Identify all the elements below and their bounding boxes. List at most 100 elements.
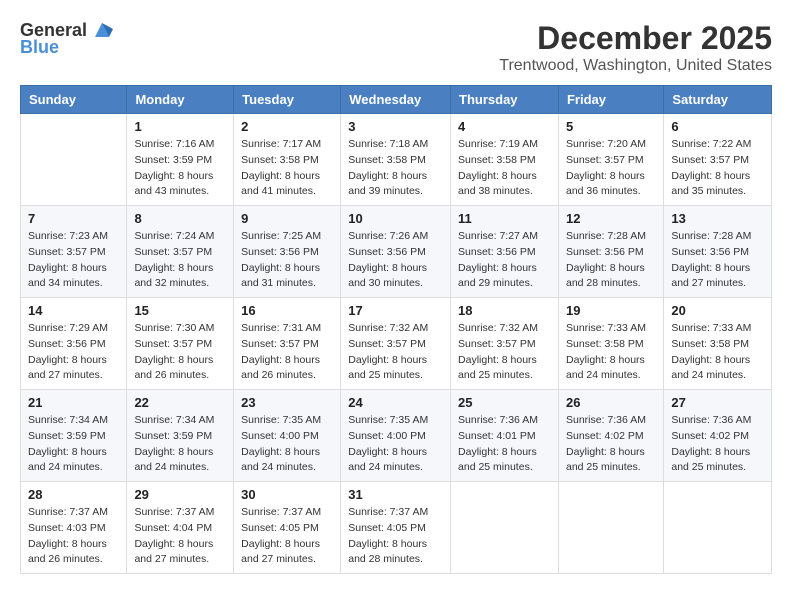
- day-number: 14: [28, 303, 119, 318]
- day-number: 4: [458, 119, 551, 134]
- day-info: Sunrise: 7:17 AMSunset: 3:58 PMDaylight:…: [241, 137, 333, 200]
- calendar-cell: 29 Sunrise: 7:37 AMSunset: 4:04 PMDayligh…: [127, 482, 234, 574]
- calendar-cell: 19 Sunrise: 7:33 AMSunset: 3:58 PMDayligh…: [558, 298, 663, 390]
- day-number: 3: [348, 119, 443, 134]
- calendar-cell: 6Sunrise: 7:22 AMSunset: 3:57 PMDaylight…: [664, 114, 772, 206]
- calendar-cell: 28 Sunrise: 7:37 AMSunset: 4:03 PMDayligh…: [21, 482, 127, 574]
- week-row-4: 21 Sunrise: 7:34 AMSunset: 3:59 PMDayligh…: [21, 390, 772, 482]
- location-title: Trentwood, Washington, United States: [499, 57, 772, 75]
- day-number: 31: [348, 487, 443, 502]
- header-saturday: Saturday: [664, 86, 772, 114]
- day-info: Sunrise: 7:31 AMSunset: 3:57 PMDaylight:…: [241, 321, 333, 384]
- header: General Blue December 2025 Trentwood, Wa…: [20, 20, 772, 75]
- day-number: 8: [134, 211, 226, 226]
- day-info: Sunrise: 7:19 AMSunset: 3:58 PMDaylight:…: [458, 137, 551, 200]
- day-number: 19: [566, 303, 656, 318]
- header-monday: Monday: [127, 86, 234, 114]
- day-number: 17: [348, 303, 443, 318]
- day-number: 16: [241, 303, 333, 318]
- day-info: Sunrise: 7:30 AMSunset: 3:57 PMDaylight:…: [134, 321, 226, 384]
- day-info: Sunrise: 7:24 AMSunset: 3:57 PMDaylight:…: [134, 229, 226, 292]
- calendar-cell: 22 Sunrise: 7:34 AMSunset: 3:59 PMDayligh…: [127, 390, 234, 482]
- week-row-5: 28 Sunrise: 7:37 AMSunset: 4:03 PMDayligh…: [21, 482, 772, 574]
- calendar-cell: 8 Sunrise: 7:24 AMSunset: 3:57 PMDaylight…: [127, 206, 234, 298]
- header-tuesday: Tuesday: [234, 86, 341, 114]
- day-number: 7: [28, 211, 119, 226]
- day-info: Sunrise: 7:37 AMSunset: 4:03 PMDaylight:…: [28, 505, 119, 568]
- calendar-cell: 4 Sunrise: 7:19 AMSunset: 3:58 PMDaylight…: [451, 114, 559, 206]
- calendar-cell: 27 Sunrise: 7:36 AMSunset: 4:02 PMDayligh…: [664, 390, 772, 482]
- day-info: Sunrise: 7:29 AMSunset: 3:56 PMDaylight:…: [28, 321, 119, 384]
- calendar-cell: 12Sunrise: 7:28 AMSunset: 3:56 PMDayligh…: [558, 206, 663, 298]
- calendar-cell: [451, 482, 559, 574]
- calendar-cell: 26 Sunrise: 7:36 AMSunset: 4:02 PMDayligh…: [558, 390, 663, 482]
- logo-icon: [91, 19, 113, 41]
- day-info: Sunrise: 7:27 AMSunset: 3:56 PMDaylight:…: [458, 229, 551, 292]
- day-info: Sunrise: 7:16 AMSunset: 3:59 PMDaylight:…: [134, 137, 226, 200]
- calendar-body: 1Sunrise: 7:16 AMSunset: 3:59 PMDaylight…: [21, 114, 772, 574]
- month-title: December 2025: [499, 20, 772, 57]
- day-info: Sunrise: 7:34 AMSunset: 3:59 PMDaylight:…: [134, 413, 226, 476]
- day-number: 27: [671, 395, 764, 410]
- day-info: Sunrise: 7:28 AMSunset: 3:56 PMDaylight:…: [671, 229, 764, 292]
- day-info: Sunrise: 7:35 AMSunset: 4:00 PMDaylight:…: [348, 413, 443, 476]
- day-info: Sunrise: 7:32 AMSunset: 3:57 PMDaylight:…: [348, 321, 443, 384]
- calendar-cell: 2 Sunrise: 7:17 AMSunset: 3:58 PMDaylight…: [234, 114, 341, 206]
- calendar-cell: 20Sunrise: 7:33 AMSunset: 3:58 PMDayligh…: [664, 298, 772, 390]
- day-info: Sunrise: 7:26 AMSunset: 3:56 PMDaylight:…: [348, 229, 443, 292]
- day-number: 9: [241, 211, 333, 226]
- calendar-cell: 3Sunrise: 7:18 AMSunset: 3:58 PMDaylight…: [341, 114, 451, 206]
- day-info: Sunrise: 7:33 AMSunset: 3:58 PMDaylight:…: [671, 321, 764, 384]
- day-info: Sunrise: 7:28 AMSunset: 3:56 PMDaylight:…: [566, 229, 656, 292]
- day-info: Sunrise: 7:33 AMSunset: 3:58 PMDaylight:…: [566, 321, 656, 384]
- day-number: 10: [348, 211, 443, 226]
- calendar-cell: 30Sunrise: 7:37 AMSunset: 4:05 PMDayligh…: [234, 482, 341, 574]
- logo-blue-text: Blue: [20, 37, 59, 58]
- calendar-cell: 24 Sunrise: 7:35 AMSunset: 4:00 PMDayligh…: [341, 390, 451, 482]
- day-number: 26: [566, 395, 656, 410]
- day-number: 21: [28, 395, 119, 410]
- day-number: 6: [671, 119, 764, 134]
- day-info: Sunrise: 7:37 AMSunset: 4:05 PMDaylight:…: [241, 505, 333, 568]
- calendar-cell: [21, 114, 127, 206]
- day-number: 5: [566, 119, 656, 134]
- calendar-cell: 9 Sunrise: 7:25 AMSunset: 3:56 PMDaylight…: [234, 206, 341, 298]
- header-sunday: Sunday: [21, 86, 127, 114]
- calendar-cell: [664, 482, 772, 574]
- day-number: 2: [241, 119, 333, 134]
- calendar-cell: 16 Sunrise: 7:31 AMSunset: 3:57 PMDayligh…: [234, 298, 341, 390]
- week-row-2: 7Sunrise: 7:23 AMSunset: 3:57 PMDaylight…: [21, 206, 772, 298]
- day-number: 23: [241, 395, 333, 410]
- calendar-cell: 23Sunrise: 7:35 AMSunset: 4:00 PMDayligh…: [234, 390, 341, 482]
- day-info: Sunrise: 7:36 AMSunset: 4:02 PMDaylight:…: [671, 413, 764, 476]
- header-friday: Friday: [558, 86, 663, 114]
- calendar-cell: 31Sunrise: 7:37 AMSunset: 4:05 PMDayligh…: [341, 482, 451, 574]
- page-container: General Blue December 2025 Trentwood, Wa…: [20, 20, 772, 574]
- logo: General Blue: [20, 20, 113, 58]
- day-number: 13: [671, 211, 764, 226]
- calendar-cell: 1Sunrise: 7:16 AMSunset: 3:59 PMDaylight…: [127, 114, 234, 206]
- header-thursday: Thursday: [451, 86, 559, 114]
- calendar-cell: 25Sunrise: 7:36 AMSunset: 4:01 PMDayligh…: [451, 390, 559, 482]
- calendar-cell: 7Sunrise: 7:23 AMSunset: 3:57 PMDaylight…: [21, 206, 127, 298]
- week-row-3: 14 Sunrise: 7:29 AMSunset: 3:56 PMDayligh…: [21, 298, 772, 390]
- calendar-cell: 11 Sunrise: 7:27 AMSunset: 3:56 PMDayligh…: [451, 206, 559, 298]
- day-info: Sunrise: 7:34 AMSunset: 3:59 PMDaylight:…: [28, 413, 119, 476]
- day-number: 18: [458, 303, 551, 318]
- day-number: 28: [28, 487, 119, 502]
- day-number: 15: [134, 303, 226, 318]
- header-row: Sunday Monday Tuesday Wednesday Thursday…: [21, 86, 772, 114]
- day-number: 24: [348, 395, 443, 410]
- day-info: Sunrise: 7:37 AMSunset: 4:04 PMDaylight:…: [134, 505, 226, 568]
- title-section: December 2025 Trentwood, Washington, Uni…: [499, 20, 772, 75]
- day-number: 11: [458, 211, 551, 226]
- calendar-cell: 13 Sunrise: 7:28 AMSunset: 3:56 PMDayligh…: [664, 206, 772, 298]
- calendar-table: Sunday Monday Tuesday Wednesday Thursday…: [20, 85, 772, 574]
- day-number: 22: [134, 395, 226, 410]
- day-info: Sunrise: 7:25 AMSunset: 3:56 PMDaylight:…: [241, 229, 333, 292]
- day-info: Sunrise: 7:36 AMSunset: 4:01 PMDaylight:…: [458, 413, 551, 476]
- day-info: Sunrise: 7:36 AMSunset: 4:02 PMDaylight:…: [566, 413, 656, 476]
- calendar-header: Sunday Monday Tuesday Wednesday Thursday…: [21, 86, 772, 114]
- day-number: 29: [134, 487, 226, 502]
- calendar-cell: [558, 482, 663, 574]
